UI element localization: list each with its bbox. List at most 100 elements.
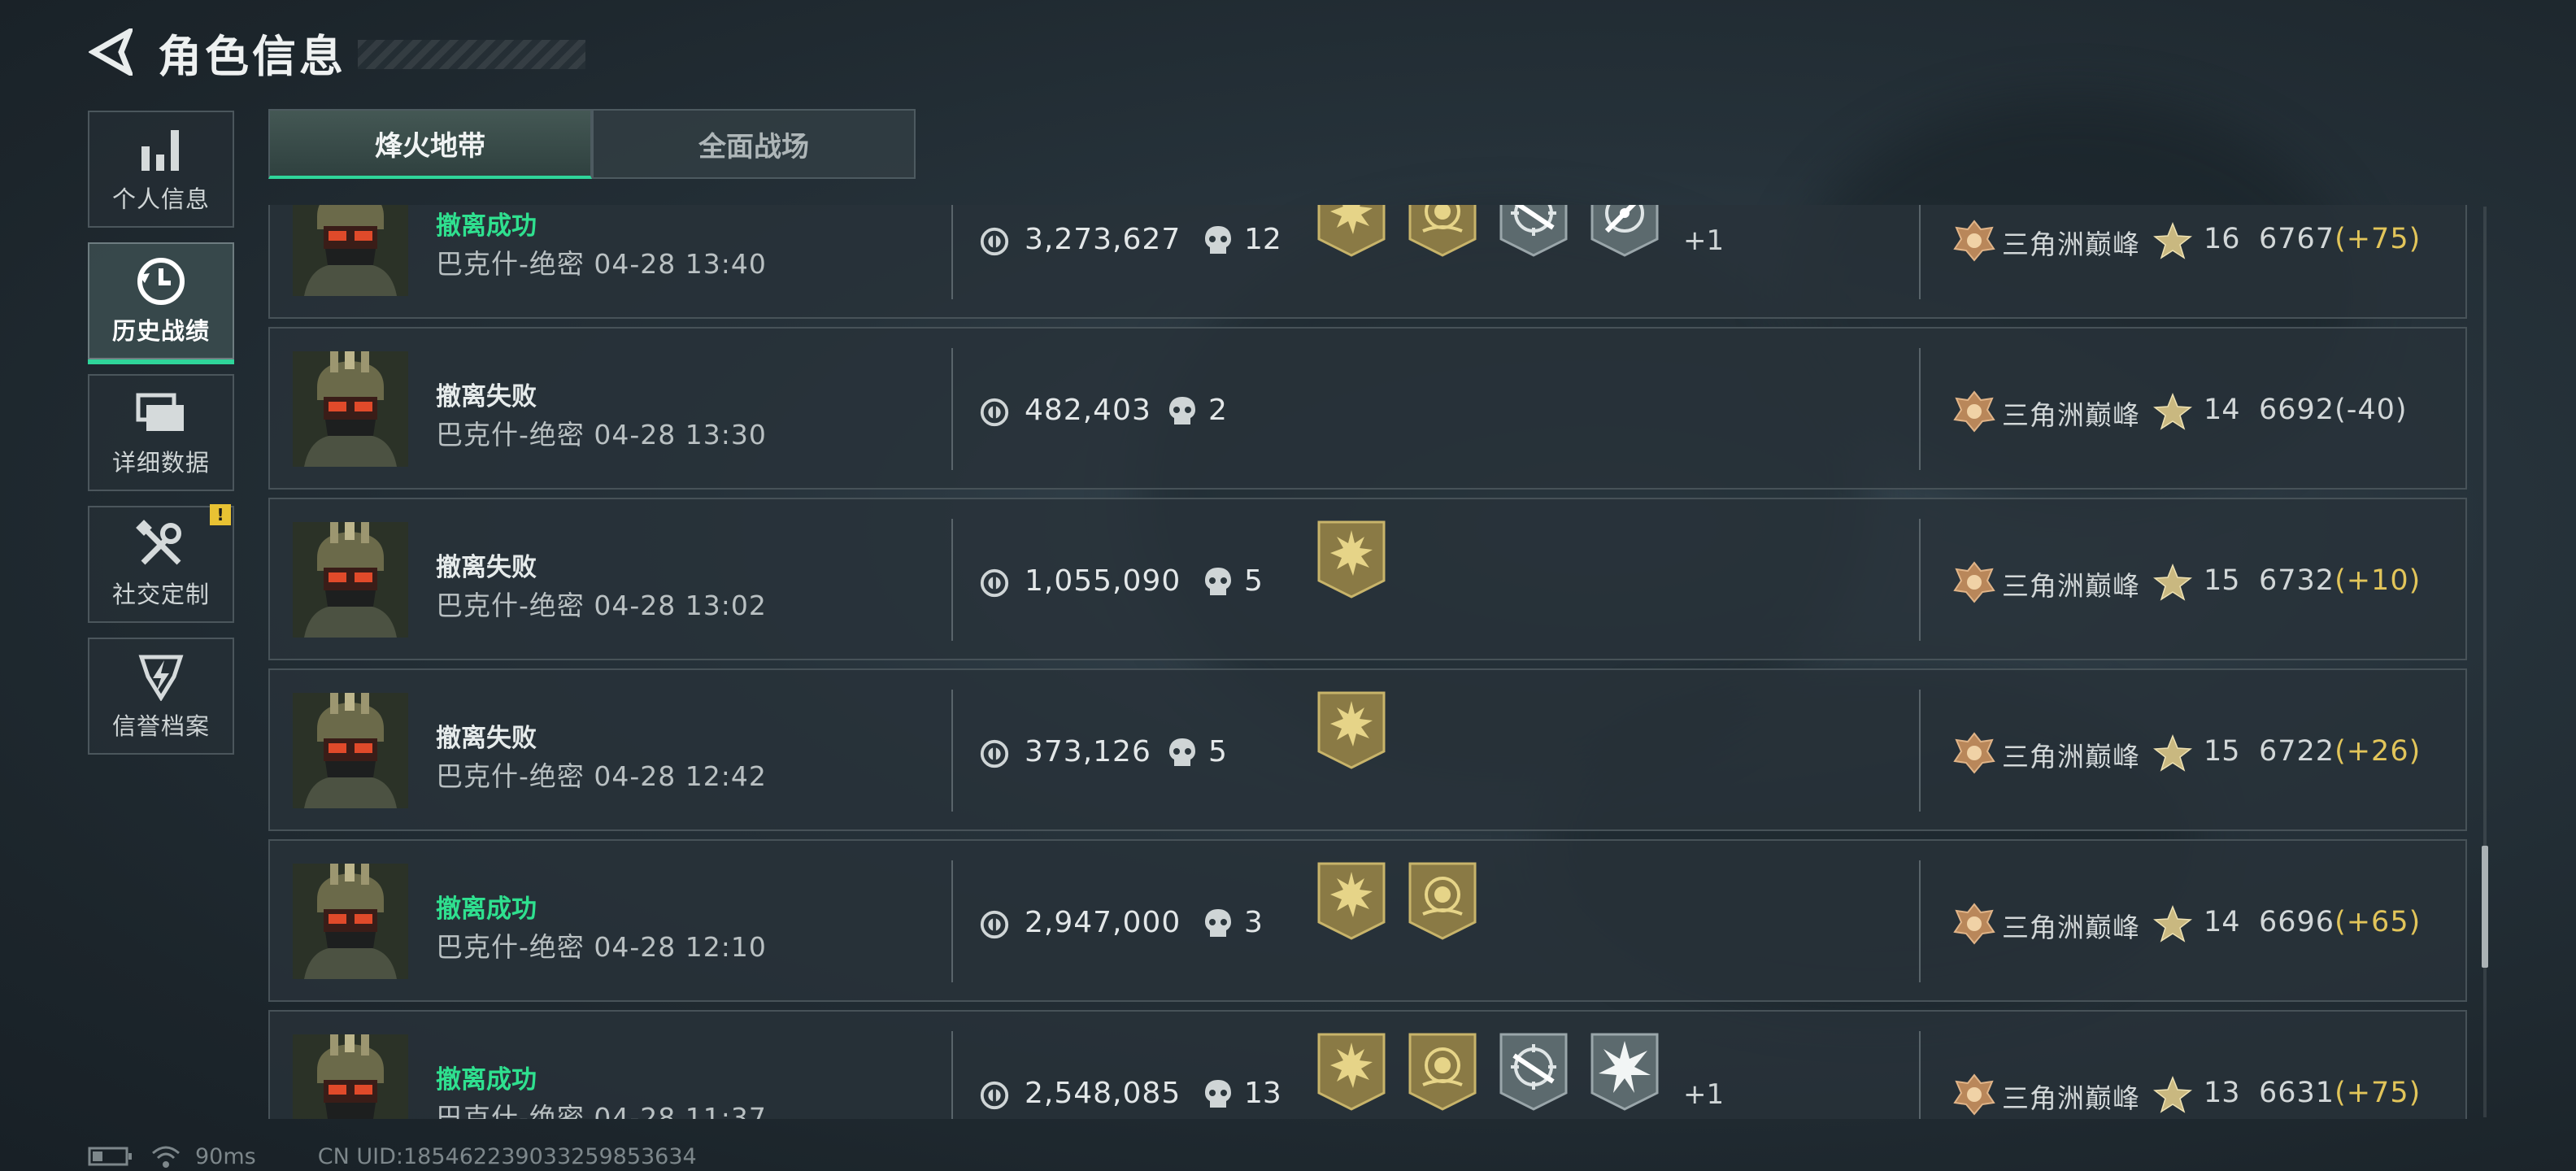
more-medals-count[interactable]: +1 [1683,1078,1724,1111]
operator-avatar [293,351,408,467]
page-header: 角色信息 [88,23,585,82]
map-and-time: 巴克什-绝密 04-28 12:10 [436,931,767,963]
silver-crosshair-medal-icon[interactable] [1589,205,1660,259]
match-row[interactable]: 撤离失败 巴克什-绝密 04-28 13:02 1,055,090 5 三角洲巅峰 15 6… [268,498,2467,660]
coin-icon [979,909,1010,940]
sidebar-item-social[interactable]: ! 社交定制 [88,504,234,623]
tab-firezone[interactable]: 烽火地带 [268,109,592,179]
match-row[interactable]: 撤离成功 巴克什-绝密 04-28 12:10 2,947,000 3 三角洲巅峰 14 6… [268,839,2467,1002]
clock-history-icon [135,255,187,307]
coin-icon [979,1080,1010,1111]
silver-rifle-medal-icon[interactable] [1498,1031,1569,1112]
gold-sun-medal-icon[interactable] [1316,1031,1387,1112]
extraction-status: 撤离成功 [436,1065,537,1095]
sidebar: 个人信息 历史战绩 详细数据 ! 社交定制 信誉档案 [88,111,237,769]
rank-score: 6631(+75) [2259,1077,2421,1109]
divider [951,519,953,641]
rank-name: 三角洲巅峰 [2002,741,2140,773]
money-value: 373,126 [1025,735,1151,768]
rank-score: 6692(-40) [2259,394,2408,426]
skull-icon [1168,395,1197,428]
star-count: 16 [2204,223,2240,255]
sidebar-item-profile[interactable]: 个人信息 [88,111,234,228]
gold-sun-medal-icon[interactable] [1316,205,1387,259]
coin-icon [979,738,1010,769]
star-count: 15 [2204,564,2240,597]
gold-sun-medal-icon[interactable] [1316,519,1387,600]
kill-count: 5 [1208,735,1227,768]
operator-avatar [293,205,408,296]
star-icon [2153,904,2192,943]
folders-icon [135,387,187,439]
star-icon [2153,392,2192,431]
divider [951,348,953,470]
match-row[interactable]: 撤离成功 巴克什-绝密 04-28 11:37 2,548,085 13 +1 三角洲巅峰… [268,1010,2467,1119]
star-icon [2153,221,2192,260]
operator-avatar [293,1034,408,1119]
silver-rifle-medal-icon[interactable] [1498,205,1569,259]
gold-emblem-medal-icon[interactable] [1407,1031,1478,1112]
scrollbar-thumb[interactable] [2482,846,2488,968]
skull-icon [1203,1078,1233,1111]
skull-icon [1168,737,1197,769]
sidebar-item-details[interactable]: 详细数据 [88,374,234,491]
silver-burst-medal-icon[interactable] [1589,1031,1660,1112]
match-row[interactable]: 撤离成功 巴克什-绝密 04-28 13:40 3,273,627 12 +1 三角洲巅峰… [268,205,2467,319]
money-value: 3,273,627 [1025,223,1181,256]
divider [1919,348,1921,470]
sidebar-item-history[interactable]: 历史战绩 [88,242,234,364]
divider [1919,860,1921,982]
score-delta: (+65) [2334,906,2422,938]
match-row[interactable]: 撤离失败 巴克什-绝密 04-28 13:30 482,403 2 三角洲巅峰 14 669… [268,327,2467,490]
sidebar-item-credit[interactable]: 信誉档案 [88,638,234,755]
rank-badge-icon [1952,1072,1997,1117]
rank-badge-icon [1952,901,1997,947]
map-and-time: 巴克什-绝密 04-28 12:42 [436,760,767,792]
score-delta: (+26) [2334,735,2422,768]
rank-badge-icon [1952,730,1997,776]
rank-name: 三角洲巅峰 [2002,570,2140,602]
title-decoration [358,40,585,69]
match-row[interactable]: 撤离失败 巴克什-绝密 04-28 12:42 373,126 5 三角洲巅峰 15 672… [268,668,2467,831]
tools-icon [135,519,187,571]
star-icon [2153,1075,2192,1114]
divider [951,1031,953,1119]
rank-badge-icon [1952,389,1997,434]
match-history-list[interactable]: 撤离成功 巴克什-绝密 04-28 13:40 3,273,627 12 +1 三角洲巅峰… [268,205,2467,1119]
gold-sun-medal-icon[interactable] [1316,860,1387,942]
star-count: 13 [2204,1077,2240,1109]
rank-name: 三角洲巅峰 [2002,912,2140,943]
sidebar-item-label: 社交定制 [111,581,210,608]
rank-score: 6767(+75) [2259,223,2421,255]
score-delta: (+75) [2334,223,2422,255]
lightning-shield-icon [135,651,187,703]
mode-tabs: 烽火地带 全面战场 [268,109,916,179]
gold-emblem-medal-icon[interactable] [1407,860,1478,942]
rank-name: 三角洲巅峰 [2002,1082,2140,1114]
bar-chart-icon [135,124,187,176]
money-value: 2,947,000 [1025,906,1181,939]
score-value: 6631 [2259,1077,2335,1109]
more-medals-count[interactable]: +1 [1683,224,1724,257]
money-value: 2,548,085 [1025,1077,1181,1110]
gold-emblem-medal-icon[interactable] [1407,205,1478,259]
gold-sun-medal-icon[interactable] [1316,690,1387,771]
score-delta: (-40) [2334,394,2408,426]
scrollbar-track[interactable] [2483,207,2487,1117]
page-title: 角色信息 [158,30,346,82]
money-value: 1,055,090 [1025,564,1181,598]
tab-battlefield[interactable]: 全面战场 [592,109,916,179]
skull-icon [1203,224,1233,257]
operator-avatar [293,522,408,638]
sidebar-item-label: 历史战绩 [111,317,210,345]
match-history-scroll-content: 撤离成功 巴克什-绝密 04-28 13:40 3,273,627 12 +1 三角洲巅峰… [268,205,2467,1119]
coin-icon [979,226,1010,257]
extraction-status: 撤离成功 [436,895,537,924]
back-arrow-icon[interactable] [88,28,133,76]
extraction-status: 撤离失败 [436,553,537,582]
sidebar-item-label: 个人信息 [111,185,210,213]
extraction-status: 撤离失败 [436,724,537,753]
skull-icon [1203,908,1233,940]
star-icon [2153,734,2192,773]
score-value: 6722 [2259,735,2335,768]
